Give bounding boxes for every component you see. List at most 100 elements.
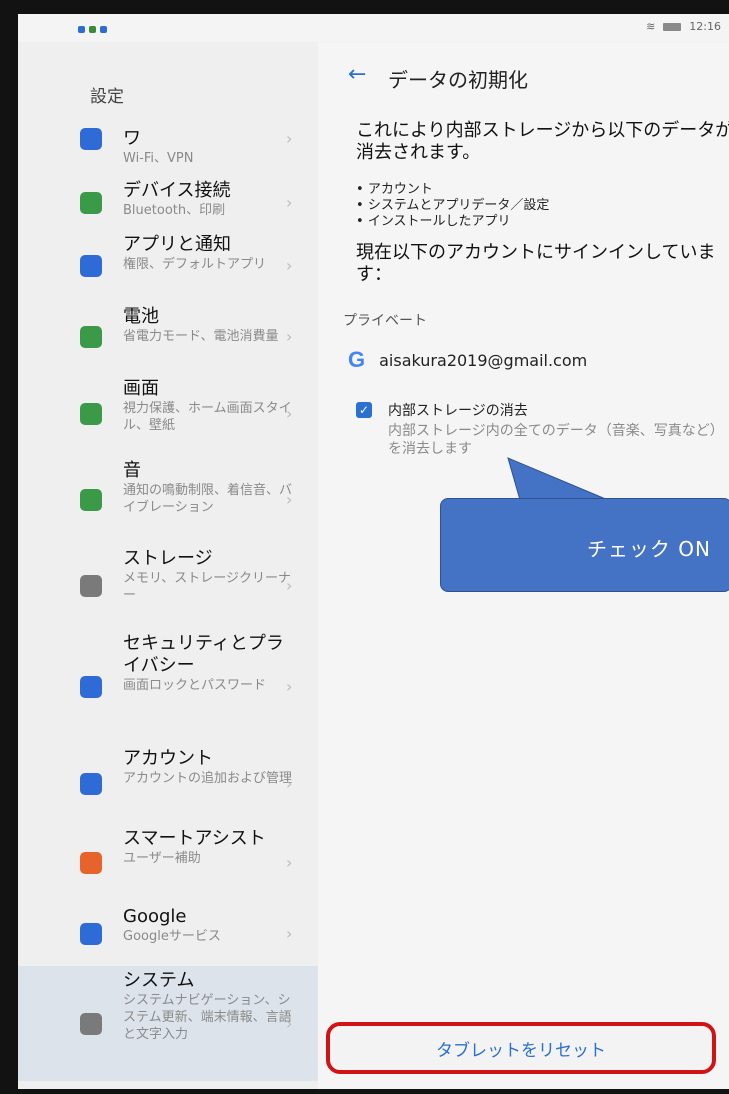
- sidebar-item-label: アプリと通知: [123, 234, 231, 255]
- chevron-right-icon: ›: [286, 774, 293, 793]
- section-label: プライベート: [343, 313, 427, 329]
- sidebar-item-google[interactable]: Google Googleサービス ›: [18, 902, 318, 966]
- sidebar-item-text: アプリと通知権限、デフォルトアプリ: [123, 234, 293, 273]
- sidebar-item-subtitle: Bluetooth、印刷: [123, 203, 226, 218]
- sidebar-title: 設定: [90, 87, 124, 107]
- callout-text: チェック ON: [586, 537, 711, 561]
- sidebar-item-label: デバイス接続: [123, 180, 231, 201]
- settings-sidebar: 設定 ワ Wi-Fi、VPN › デバイス接続 Bluetooth、印刷 › アプリと通知権…: [18, 42, 318, 1089]
- sidebar-item-text: 画面 視力保護、ホーム画面スタイル、壁紙: [123, 378, 293, 434]
- sidebar-item-label: システム: [123, 970, 195, 991]
- account-row: G aisakura2019@gmail.com: [348, 347, 587, 373]
- chevron-right-icon: ›: [286, 193, 293, 212]
- sidebar-item-network[interactable]: ワ Wi-Fi、VPN ›: [18, 124, 318, 166]
- sidebar-item-subtitle: メモリ、ストレージクリーナー: [123, 571, 291, 603]
- battery-status-icon: [663, 22, 682, 31]
- status-indicators: ≋ 12:16: [646, 20, 721, 33]
- notification-icon: [89, 26, 96, 33]
- sidebar-item-security[interactable]: セキュリティとプライバシー 画面ロックとパスワード ›: [18, 629, 318, 744]
- sidebar-item-label: セキュリティとプライバシー: [123, 633, 284, 676]
- chevron-right-icon: ›: [286, 327, 293, 346]
- sidebar-item-storage[interactable]: ストレージ メモリ、ストレージクリーナー ›: [18, 544, 318, 628]
- sidebar-item-label: スマートアシスト: [123, 828, 266, 849]
- sidebar-item-text: ストレージ メモリ、ストレージクリーナー: [123, 548, 293, 604]
- system-icon: [80, 1012, 102, 1035]
- sidebar-item-subtitle: 視力保護、ホーム画面スタイル、壁紙: [123, 401, 292, 433]
- sidebar-item-label: アカウント: [123, 748, 213, 769]
- display-icon: [80, 403, 102, 425]
- notification-icons: [78, 26, 107, 33]
- sidebar-item-label: 画面: [123, 378, 159, 399]
- sidebar-item-label: 電池: [123, 306, 159, 327]
- annotation-callout: チェック ON: [440, 498, 729, 592]
- sidebar-item-label: ストレージ: [123, 548, 213, 569]
- smart-assist-icon: [80, 852, 102, 874]
- list-item: インストールしたアプリ: [356, 214, 549, 230]
- notification-icon: [78, 26, 85, 33]
- chevron-right-icon: ›: [286, 924, 293, 943]
- chevron-right-icon: ›: [286, 853, 293, 872]
- sidebar-item-text: スマートアシストユーザー補助: [123, 828, 293, 867]
- sidebar-item-subtitle: 通知の鳴動制限、着信音、バイブレーション: [123, 483, 293, 515]
- sidebar-item-subtitle: アカウントの追加および管理: [123, 771, 293, 786]
- device-connection-icon: [80, 192, 102, 214]
- chevron-right-icon: ›: [286, 576, 293, 595]
- signed-in-text: 現在以下のアカウントにサインインしています：: [356, 242, 716, 285]
- google-icon: [80, 923, 102, 945]
- back-arrow-icon[interactable]: ←: [348, 62, 366, 87]
- sidebar-item-text: システム システムナビゲーション、システム更新、端末情報、言語と文字入力: [123, 970, 293, 1043]
- sidebar-item-subtitle: Wi-Fi、VPN: [123, 151, 194, 166]
- chevron-right-icon: ›: [286, 129, 293, 148]
- sidebar-item-text: アカウントアカウントの追加および管理: [123, 748, 293, 787]
- sidebar-item-battery[interactable]: 電池 省電力モード、電池消費量 ›: [18, 302, 318, 372]
- sidebar-item-label: Google: [123, 906, 187, 927]
- intro-text: これにより内部ストレージから以下のデータが消去されます。: [356, 120, 729, 163]
- sidebar-item-text: セキュリティとプライバシー画面ロックとパスワード: [123, 633, 293, 694]
- sidebar-item-text: 音通知の鳴動制限、着信音、バイブレーション: [123, 460, 293, 516]
- sidebar-item-text: ワ Wi-Fi、VPN: [123, 128, 293, 167]
- wifi-icon: ≋: [646, 20, 656, 33]
- sidebar-item-subtitle: 権限、デフォルトアプリ: [123, 257, 267, 272]
- erase-storage-description: 内部ストレージ内の全てのデータ（音楽、写真など）を消去します: [388, 423, 717, 457]
- sidebar-item-apps[interactable]: アプリと通知 権限、デフォルトアプリ ›: [18, 230, 318, 302]
- chevron-right-icon: ›: [286, 490, 293, 509]
- sidebar-item-subtitle: システムナビゲーション、システム更新、端末情報、言語と文字入力: [123, 993, 292, 1042]
- battery-icon: [80, 326, 102, 348]
- account-icon: [80, 773, 102, 795]
- sidebar-item-subtitle: Googleサービス: [123, 929, 221, 944]
- chevron-right-icon: ›: [286, 404, 293, 423]
- status-bar: ≋ 12:16: [18, 14, 729, 42]
- chevron-right-icon: ›: [286, 676, 293, 696]
- sidebar-item-text: Google Googleサービス: [123, 906, 293, 945]
- device-frame: ≋ 12:16 設定 ワ Wi-Fi、VPN › デバイス接続 Bluetooth、印刷…: [0, 0, 729, 1094]
- sidebar-item-account[interactable]: アカウントアカウントの追加および管理 ›: [18, 744, 318, 824]
- account-email: aisakura2019@gmail.com: [379, 350, 588, 370]
- list-item: システムとアプリデータ／設定: [356, 198, 550, 214]
- sidebar-item-system[interactable]: システム システムナビゲーション、システム更新、端末情報、言語と文字入力 ›: [18, 966, 318, 1081]
- sidebar-item-device-connection[interactable]: デバイス接続 Bluetooth、印刷 ›: [18, 176, 318, 230]
- sidebar-item-text: デバイス接続 Bluetooth、印刷: [123, 180, 293, 219]
- sidebar-item-text: 電池省電力モード、電池消費量: [123, 306, 293, 345]
- security-icon: [80, 675, 102, 698]
- sidebar-item-subtitle: 省電力モード、電池消費量: [123, 329, 279, 344]
- sidebar-item-smart-assist[interactable]: スマートアシスト ユーザー補助 ›: [18, 824, 318, 902]
- sidebar-item-subtitle: ユーザー補助: [123, 851, 201, 866]
- sidebar-item-label: 音: [123, 460, 141, 481]
- storage-icon: [80, 575, 102, 597]
- apps-icon: [80, 255, 102, 277]
- sidebar-item-subtitle: 画面ロックとパスワード: [123, 678, 267, 693]
- network-icon: [80, 128, 102, 150]
- chevron-right-icon: ›: [286, 1013, 293, 1033]
- erase-storage-checkbox[interactable]: ✓: [356, 402, 372, 418]
- erase-storage-label[interactable]: 内部ストレージの消去: [388, 400, 528, 420]
- chevron-right-icon: ›: [286, 256, 293, 275]
- erase-list: アカウント システムとアプリデータ／設定 インストールしたアプリ: [356, 182, 550, 230]
- clock: 12:16: [689, 20, 721, 33]
- sidebar-item-sound[interactable]: 音通知の鳴動制限、着信音、バイブレーション ›: [18, 456, 318, 544]
- reset-tablet-button[interactable]: タブレットをリセット: [326, 1022, 716, 1074]
- page-title: データの初期化: [388, 68, 528, 92]
- notification-icon: [100, 26, 107, 33]
- sidebar-item-display[interactable]: 画面 視力保護、ホーム画面スタイル、壁紙 ›: [18, 374, 318, 454]
- sidebar-item-label: ワ: [123, 128, 141, 149]
- google-logo-icon: G: [348, 347, 366, 372]
